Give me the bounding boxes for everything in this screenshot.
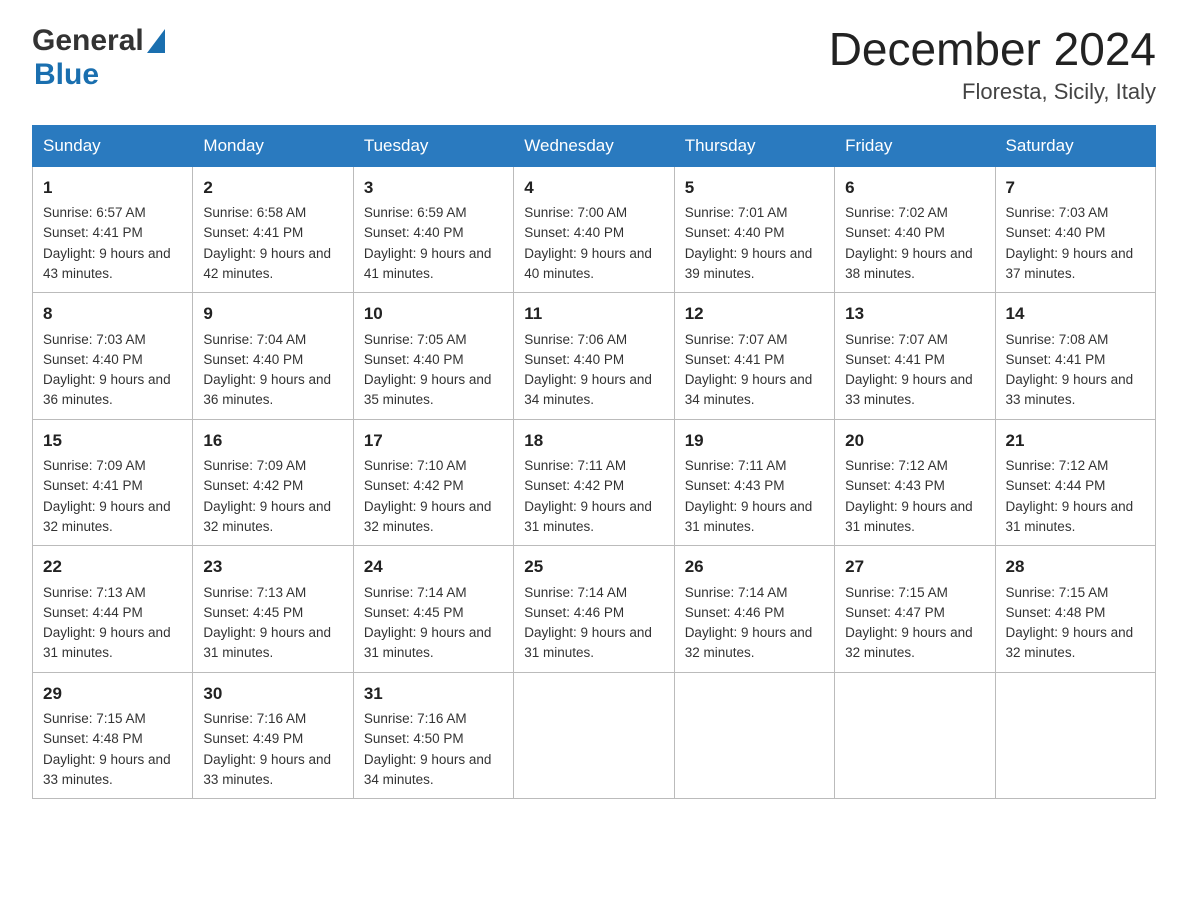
calendar-cell: 17Sunrise: 7:10 AMSunset: 4:42 PMDayligh… [353, 419, 513, 546]
calendar-cell: 3Sunrise: 6:59 AMSunset: 4:40 PMDaylight… [353, 166, 513, 293]
logo-blue-text: Blue [34, 58, 99, 91]
calendar-cell: 2Sunrise: 6:58 AMSunset: 4:41 PMDaylight… [193, 166, 353, 293]
day-number: 7 [1006, 175, 1145, 201]
calendar-cell: 4Sunrise: 7:00 AMSunset: 4:40 PMDaylight… [514, 166, 674, 293]
column-header-wednesday: Wednesday [514, 125, 674, 166]
day-number: 26 [685, 554, 824, 580]
calendar-cell: 26Sunrise: 7:14 AMSunset: 4:46 PMDayligh… [674, 546, 834, 673]
day-number: 3 [364, 175, 503, 201]
calendar-week-row: 8Sunrise: 7:03 AMSunset: 4:40 PMDaylight… [33, 293, 1156, 420]
day-number: 17 [364, 428, 503, 454]
calendar-cell: 12Sunrise: 7:07 AMSunset: 4:41 PMDayligh… [674, 293, 834, 420]
calendar-cell: 31Sunrise: 7:16 AMSunset: 4:50 PMDayligh… [353, 672, 513, 799]
logo-general-text: General [32, 24, 144, 58]
calendar-cell [835, 672, 995, 799]
calendar-week-row: 15Sunrise: 7:09 AMSunset: 4:41 PMDayligh… [33, 419, 1156, 546]
location-subtitle: Floresta, Sicily, Italy [829, 79, 1156, 105]
month-year-title: December 2024 [829, 24, 1156, 75]
calendar-cell [674, 672, 834, 799]
calendar-week-row: 1Sunrise: 6:57 AMSunset: 4:41 PMDaylight… [33, 166, 1156, 293]
calendar-header-row: SundayMondayTuesdayWednesdayThursdayFrid… [33, 125, 1156, 166]
calendar-week-row: 29Sunrise: 7:15 AMSunset: 4:48 PMDayligh… [33, 672, 1156, 799]
day-number: 4 [524, 175, 663, 201]
day-number: 21 [1006, 428, 1145, 454]
calendar-cell: 27Sunrise: 7:15 AMSunset: 4:47 PMDayligh… [835, 546, 995, 673]
calendar-cell [514, 672, 674, 799]
day-number: 19 [685, 428, 824, 454]
calendar-cell: 16Sunrise: 7:09 AMSunset: 4:42 PMDayligh… [193, 419, 353, 546]
day-number: 1 [43, 175, 182, 201]
day-number: 24 [364, 554, 503, 580]
day-number: 16 [203, 428, 342, 454]
column-header-friday: Friday [835, 125, 995, 166]
calendar-cell: 18Sunrise: 7:11 AMSunset: 4:42 PMDayligh… [514, 419, 674, 546]
day-number: 2 [203, 175, 342, 201]
day-number: 18 [524, 428, 663, 454]
calendar-cell: 6Sunrise: 7:02 AMSunset: 4:40 PMDaylight… [835, 166, 995, 293]
page-header: General Blue December 2024 Floresta, Sic… [32, 24, 1156, 105]
column-header-thursday: Thursday [674, 125, 834, 166]
calendar-cell: 29Sunrise: 7:15 AMSunset: 4:48 PMDayligh… [33, 672, 193, 799]
calendar-cell: 14Sunrise: 7:08 AMSunset: 4:41 PMDayligh… [995, 293, 1155, 420]
day-number: 27 [845, 554, 984, 580]
column-header-sunday: Sunday [33, 125, 193, 166]
day-number: 6 [845, 175, 984, 201]
calendar-cell: 24Sunrise: 7:14 AMSunset: 4:45 PMDayligh… [353, 546, 513, 673]
calendar-cell: 7Sunrise: 7:03 AMSunset: 4:40 PMDaylight… [995, 166, 1155, 293]
logo-triangle-icon [147, 29, 165, 53]
calendar-cell: 22Sunrise: 7:13 AMSunset: 4:44 PMDayligh… [33, 546, 193, 673]
calendar-cell: 30Sunrise: 7:16 AMSunset: 4:49 PMDayligh… [193, 672, 353, 799]
calendar-cell: 8Sunrise: 7:03 AMSunset: 4:40 PMDaylight… [33, 293, 193, 420]
calendar-cell: 20Sunrise: 7:12 AMSunset: 4:43 PMDayligh… [835, 419, 995, 546]
calendar-cell: 21Sunrise: 7:12 AMSunset: 4:44 PMDayligh… [995, 419, 1155, 546]
day-number: 9 [203, 301, 342, 327]
calendar-week-row: 22Sunrise: 7:13 AMSunset: 4:44 PMDayligh… [33, 546, 1156, 673]
calendar-cell: 19Sunrise: 7:11 AMSunset: 4:43 PMDayligh… [674, 419, 834, 546]
column-header-monday: Monday [193, 125, 353, 166]
logo: General Blue [32, 24, 165, 92]
day-number: 22 [43, 554, 182, 580]
calendar-cell: 25Sunrise: 7:14 AMSunset: 4:46 PMDayligh… [514, 546, 674, 673]
day-number: 11 [524, 301, 663, 327]
calendar-cell: 11Sunrise: 7:06 AMSunset: 4:40 PMDayligh… [514, 293, 674, 420]
day-number: 14 [1006, 301, 1145, 327]
day-number: 31 [364, 681, 503, 707]
column-header-tuesday: Tuesday [353, 125, 513, 166]
calendar-cell: 5Sunrise: 7:01 AMSunset: 4:40 PMDaylight… [674, 166, 834, 293]
day-number: 13 [845, 301, 984, 327]
day-number: 23 [203, 554, 342, 580]
calendar-cell: 23Sunrise: 7:13 AMSunset: 4:45 PMDayligh… [193, 546, 353, 673]
calendar-cell [995, 672, 1155, 799]
column-header-saturday: Saturday [995, 125, 1155, 166]
day-number: 28 [1006, 554, 1145, 580]
calendar-cell: 13Sunrise: 7:07 AMSunset: 4:41 PMDayligh… [835, 293, 995, 420]
calendar-cell: 28Sunrise: 7:15 AMSunset: 4:48 PMDayligh… [995, 546, 1155, 673]
calendar-cell: 10Sunrise: 7:05 AMSunset: 4:40 PMDayligh… [353, 293, 513, 420]
calendar-cell: 15Sunrise: 7:09 AMSunset: 4:41 PMDayligh… [33, 419, 193, 546]
day-number: 15 [43, 428, 182, 454]
day-number: 29 [43, 681, 182, 707]
day-number: 30 [203, 681, 342, 707]
day-number: 5 [685, 175, 824, 201]
day-number: 25 [524, 554, 663, 580]
calendar-table: SundayMondayTuesdayWednesdayThursdayFrid… [32, 125, 1156, 800]
day-number: 10 [364, 301, 503, 327]
calendar-cell: 1Sunrise: 6:57 AMSunset: 4:41 PMDaylight… [33, 166, 193, 293]
day-number: 8 [43, 301, 182, 327]
title-block: December 2024 Floresta, Sicily, Italy [829, 24, 1156, 105]
calendar-cell: 9Sunrise: 7:04 AMSunset: 4:40 PMDaylight… [193, 293, 353, 420]
day-number: 12 [685, 301, 824, 327]
day-number: 20 [845, 428, 984, 454]
